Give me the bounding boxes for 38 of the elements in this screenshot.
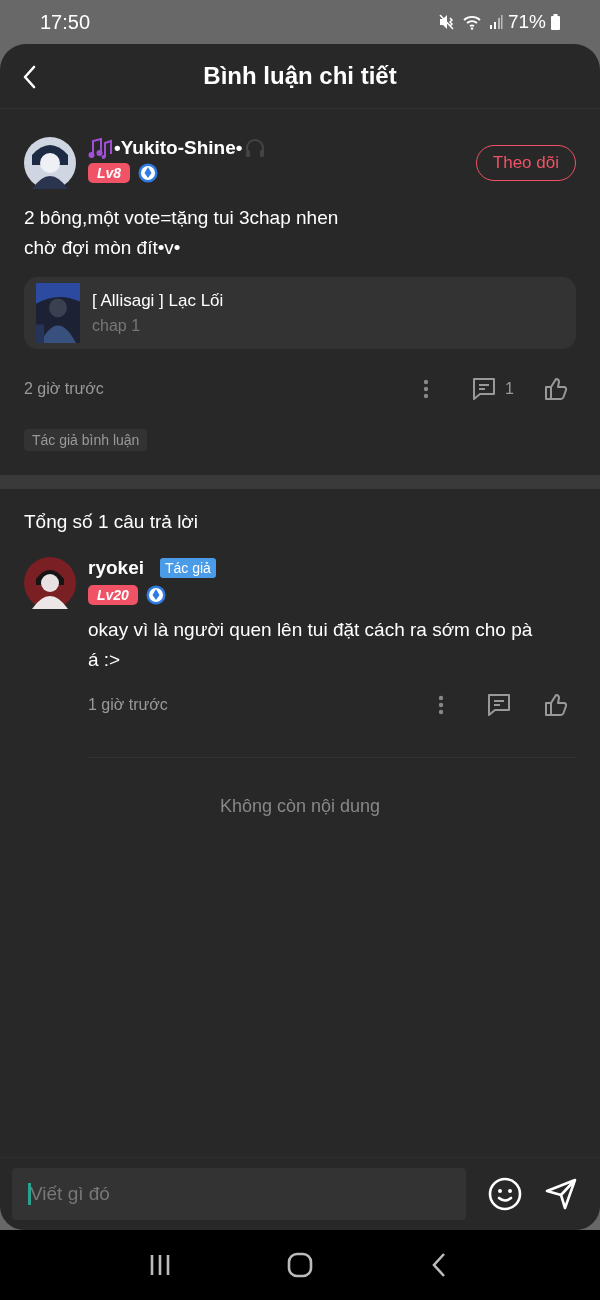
author-tag: Tác giả [160,558,216,578]
more-icon[interactable] [423,379,430,399]
thumbs-up-icon[interactable] [544,693,568,717]
comment-time: 2 giờ trước [24,380,105,398]
username[interactable]: •Yukito-Shine• [114,137,243,159]
home-icon[interactable] [286,1251,314,1279]
battery-percentage: 71% [507,11,546,33]
avatar [24,557,76,609]
comment-input[interactable]: Viết gì đó [12,1168,466,1220]
music-note-icon [88,137,112,159]
page-title: Bình luận chi tiết [203,62,397,90]
thumbs-up-icon[interactable] [544,377,568,401]
end-note: Không còn nội dung [219,796,381,817]
mute-icon [438,14,457,30]
reply-time: 1 giờ trước [88,696,169,714]
comment-icon[interactable] [471,377,498,401]
work-card[interactable]: [ Allisagi ] Lạc Lối chap 1 [24,277,576,349]
reply-count: 1 [505,380,514,398]
level-badge: Lv8 [88,163,131,183]
emoji-icon[interactable] [488,1177,522,1211]
work-title: [ Allisagi ] Lạc Lối [92,291,224,311]
signal-icon [488,14,503,30]
avatar [24,137,76,189]
level-badge: Lv20 [88,585,138,605]
comment-icon[interactable] [486,693,512,717]
send-icon[interactable] [544,1177,578,1211]
replies-heading: Tổng số 1 câu trả lời [24,511,200,533]
username[interactable]: ryokei [88,557,144,579]
more-icon[interactable] [438,695,444,715]
verified-icon [138,163,159,183]
battery-icon [551,14,560,30]
verified-icon [145,585,166,605]
headphones-icon [244,137,267,159]
comment-tag: Tác giả bình luận [24,429,148,451]
chapter-label: chap 1 [92,317,142,335]
comment-text: 2 bông,một vote=tặng tui 3chap nhen chờ đợi mòn đít•v• [24,206,340,260]
reply-text: okay vì là người quen lên tui đặt cách ra sớm cho pà á :> [88,618,534,672]
status-time: 17:50 [40,10,91,34]
